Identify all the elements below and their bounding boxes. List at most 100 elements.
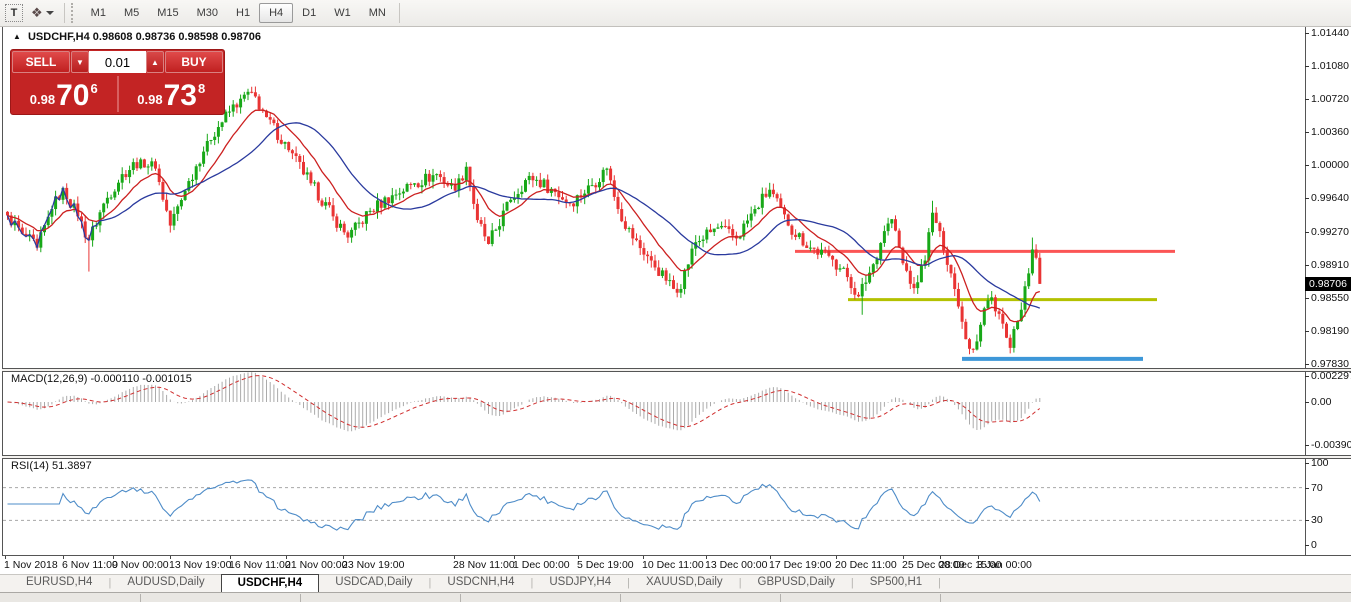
rsi-axis-label: 0 bbox=[1311, 539, 1317, 551]
timeframe-group: M1M5M15M30H1H4D1W1MN bbox=[82, 3, 395, 23]
timeframe-button-d1[interactable]: D1 bbox=[293, 3, 325, 23]
rsi-axis-label: 100 bbox=[1311, 457, 1329, 469]
price-axis-label: 0.97830 bbox=[1311, 358, 1349, 370]
time-axis-label: 6 Nov 11:00 bbox=[62, 559, 118, 571]
price-axis-label: 1.00360 bbox=[1311, 126, 1349, 138]
current-price-tag: 0.98706 bbox=[1305, 277, 1351, 291]
chart-tab-sp500-h1[interactable]: SP500,H1 bbox=[854, 574, 938, 592]
statusbar-separator bbox=[300, 594, 301, 602]
rsi-value: 51.3897 bbox=[52, 460, 92, 472]
time-axis-label: 1 Dec 00:00 bbox=[513, 559, 570, 571]
price-axis-label: 1.01440 bbox=[1311, 27, 1349, 39]
sell-price-pips: 70 bbox=[56, 82, 89, 110]
chart-tab-usdchf-h4[interactable]: USDCHF,H4 bbox=[221, 574, 320, 592]
sell-price-point: 6 bbox=[90, 81, 97, 96]
chart-tab-usdjpy-h4[interactable]: USDJPY,H4 bbox=[533, 574, 627, 592]
price-axis-label: 0.98190 bbox=[1311, 325, 1349, 337]
axis-tick-mark bbox=[1305, 402, 1309, 403]
price-axis-label: 1.00720 bbox=[1311, 93, 1349, 105]
text-tool-icon[interactable]: T bbox=[5, 4, 23, 22]
price-axis-label: 0.98550 bbox=[1311, 292, 1349, 304]
statusbar-separator bbox=[460, 594, 461, 602]
chart-tab-gbpusd-daily[interactable]: GBPUSD,Daily bbox=[742, 574, 851, 592]
macd-values: -0.000110 -0.001015 bbox=[90, 373, 191, 385]
buy-price-base: 0.98 bbox=[137, 92, 162, 107]
chart-tab-usdcad-daily[interactable]: USDCAD,Daily bbox=[319, 574, 428, 592]
macd-label: MACD(12,26,9) -0.000110 -0.001015 bbox=[11, 373, 192, 385]
volume-down-button[interactable]: ▼ bbox=[71, 51, 89, 73]
chart-tab-audusd-daily[interactable]: AUDUSD,Daily bbox=[111, 574, 220, 592]
crosshair-tool-icon[interactable]: ❖ bbox=[31, 3, 43, 23]
rsi-label: RSI(14) 51.3897 bbox=[11, 460, 92, 472]
statusbar-separator bbox=[780, 594, 781, 602]
timeframe-button-m30[interactable]: M30 bbox=[188, 3, 227, 23]
rsi-name: RSI(14) bbox=[11, 460, 49, 472]
time-axis-label: 3 Jan 00:00 bbox=[977, 559, 1032, 571]
macd-axis-label: 0.00 bbox=[1311, 396, 1331, 408]
chart-tabbar: EURUSD,H4 | AUDUSD,DailyUSDCHF,H4USDCAD,Da… bbox=[0, 574, 1351, 592]
timeframe-button-mn[interactable]: MN bbox=[360, 3, 395, 23]
timeframe-button-m15[interactable]: M15 bbox=[148, 3, 187, 23]
axis-tick-mark bbox=[1305, 198, 1309, 199]
statusbar-separator bbox=[940, 594, 941, 602]
time-axis-label: 28 Nov 11:00 bbox=[453, 559, 515, 571]
mt4-window: T ❖ M1M5M15M30H1H4D1W1MN ▲ USDCHF,H4 0.9… bbox=[0, 0, 1351, 602]
toolbar-grip[interactable] bbox=[71, 3, 76, 23]
axis-tick-mark bbox=[1305, 445, 1309, 446]
tab-separator: | bbox=[938, 575, 941, 592]
symbol-label: USDCHF,H4 bbox=[28, 31, 90, 43]
axis-tick-mark bbox=[1305, 33, 1309, 34]
time-axis-label: 5 Dec 19:00 bbox=[577, 559, 634, 571]
timeframe-button-h1[interactable]: H1 bbox=[227, 3, 259, 23]
rsi-panel[interactable] bbox=[3, 459, 1305, 555]
time-axis-label: 16 Nov 11:00 bbox=[229, 559, 291, 571]
volume-up-button[interactable]: ▲ bbox=[146, 51, 164, 73]
buy-button[interactable]: BUY bbox=[165, 51, 223, 73]
axis-tick-mark bbox=[1305, 463, 1309, 464]
time-axis-label: 13 Nov 19:00 bbox=[169, 559, 231, 571]
macd-name: MACD(12,26,9) bbox=[11, 373, 87, 385]
buy-price-pips: 73 bbox=[164, 82, 197, 110]
timeframe-button-m1[interactable]: M1 bbox=[82, 3, 115, 23]
toolbar-separator bbox=[399, 3, 400, 23]
macd-panel[interactable] bbox=[3, 372, 1305, 455]
axis-tick-mark bbox=[1305, 364, 1309, 365]
time-axis-label: 1 Nov 2018 bbox=[4, 559, 58, 571]
time-axis[interactable]: 1 Nov 2018 6 Nov 11:009 Nov 00:0013 Nov 1… bbox=[2, 556, 1351, 574]
timeframe-button-w1[interactable]: W1 bbox=[325, 3, 360, 23]
ohlc-values: 0.98608 0.98736 0.98598 0.98706 bbox=[93, 31, 261, 43]
chart-tab-eurusd-h4[interactable]: EURUSD,H4 bbox=[10, 574, 108, 592]
collapse-icon[interactable]: ▲ bbox=[13, 32, 21, 41]
axis-tick-mark bbox=[1305, 265, 1309, 266]
axis-tick-mark bbox=[1305, 66, 1309, 67]
chevron-down-icon[interactable] bbox=[46, 11, 54, 15]
axis-tick-mark bbox=[1305, 520, 1309, 521]
price-axis-label: 1.01080 bbox=[1311, 60, 1349, 72]
toolbar: T ❖ M1M5M15M30H1H4D1W1MN bbox=[0, 0, 1351, 27]
time-axis-label: 13 Dec 00:00 bbox=[705, 559, 767, 571]
axis-tick-mark bbox=[1305, 298, 1309, 299]
chart-tab-xauusd-daily[interactable]: XAUUSD,Daily bbox=[630, 574, 739, 592]
statusbar-separator bbox=[620, 594, 621, 602]
volume-input[interactable]: 0.01 bbox=[89, 51, 146, 73]
time-axis-label: 10 Dec 11:00 bbox=[642, 559, 704, 571]
price-axis[interactable]: 1.014401.010801.007201.003601.000000.996… bbox=[1306, 27, 1351, 556]
timeframe-button-h4[interactable]: H4 bbox=[259, 3, 293, 23]
sell-price[interactable]: 0.98 70 6 bbox=[11, 74, 117, 114]
axis-tick-mark bbox=[1305, 545, 1309, 546]
time-axis-label: 9 Nov 00:00 bbox=[112, 559, 169, 571]
buy-price[interactable]: 0.98 73 8 bbox=[119, 74, 225, 114]
buy-price-point: 8 bbox=[198, 81, 205, 96]
timeframe-button-m5[interactable]: M5 bbox=[115, 3, 148, 23]
one-click-trading-panel: SELL ▼ 0.01 ▲ BUY 0.98 70 6 0.98 73 8 bbox=[10, 49, 225, 115]
time-axis-label: 21 Nov 00:00 bbox=[285, 559, 347, 571]
panel-divider[interactable] bbox=[2, 368, 1351, 372]
axis-tick-mark bbox=[1305, 331, 1309, 332]
panel-divider[interactable] bbox=[2, 455, 1351, 459]
axis-tick-mark bbox=[1305, 165, 1309, 166]
chart-tab-usdcnh-h4[interactable]: USDCNH,H4 bbox=[431, 574, 530, 592]
axis-tick-mark bbox=[1305, 99, 1309, 100]
sell-price-base: 0.98 bbox=[30, 92, 55, 107]
sell-button[interactable]: SELL bbox=[12, 51, 70, 73]
price-axis-label: 1.00000 bbox=[1311, 159, 1349, 171]
